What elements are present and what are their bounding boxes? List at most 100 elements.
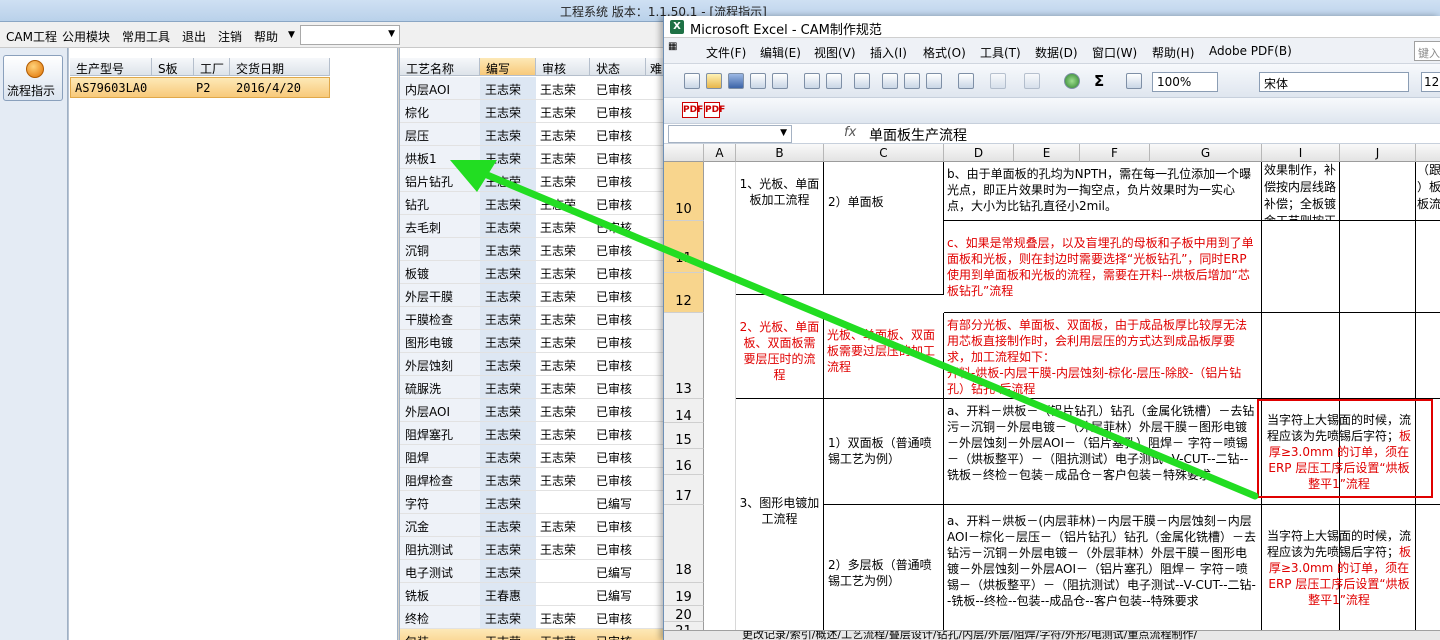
fx-icon[interactable]: fx [844, 125, 856, 140]
cell-d18[interactable]: a、开料－烘板－(内层菲林)－内层干膜－内层蚀刻－内层AOI－棕化－层压－（铝片… [944, 505, 1262, 640]
permission-icon[interactable] [750, 73, 766, 89]
save-icon[interactable] [728, 73, 744, 89]
row-13[interactable]: 13 [664, 313, 704, 399]
col-b[interactable]: B [736, 144, 824, 162]
cell-b-section3[interactable]: 3、图形电镀加工流程 [736, 399, 824, 640]
sheet-tab-list[interactable]: 更改记录/索引/概述/工艺流程/叠层设计/钻孔/内层/外层/阻焊/字符/外形/电… [742, 631, 1197, 640]
cell-k18[interactable] [1416, 505, 1440, 640]
process-row[interactable]: 棕化 王志荣 王志荣 已审核 [400, 100, 663, 123]
format-painter-icon[interactable] [958, 73, 974, 89]
menu-cam[interactable]: CAM工程 [6, 28, 57, 45]
paste-icon[interactable] [926, 73, 942, 89]
font-size-select[interactable]: 12 [1421, 72, 1440, 92]
cell-d14[interactable]: a、开料－烘板－（铝片钻孔）钻孔（金属化铣槽）－去钻污－沉铜－外层电镀－（外层菲… [944, 399, 1262, 505]
name-box[interactable]: ▼ [668, 125, 792, 143]
cell-i10[interactable]: 效果制作，补偿按内层线路补偿；全板镀金工艺则按正片效果制作 [1262, 162, 1340, 221]
menu-exit[interactable]: 退出 [182, 28, 206, 45]
process-row[interactable]: 沉金 王志荣 王志荣 已审核 [400, 514, 663, 537]
process-row[interactable]: 图形电镀 王志荣 王志荣 已审核 [400, 330, 663, 353]
process-row[interactable]: 去毛刺 王志荣 王志荣 已审核 [400, 215, 663, 238]
row-12[interactable]: 12 [664, 273, 704, 313]
xmenu-adobe-pdf[interactable]: Adobe PDF(B) [1209, 44, 1292, 58]
xmenu-data[interactable]: 数据(D) [1035, 44, 1078, 61]
col-header-factory[interactable]: 工厂 [194, 58, 230, 76]
col-header-process[interactable]: 工艺名称 [400, 58, 480, 76]
process-row[interactable]: 阻抗测试 王志荣 王志荣 已审核 [400, 537, 663, 560]
spelling-icon[interactable] [826, 73, 842, 89]
col-f[interactable]: F [1080, 144, 1150, 162]
col-header-writer[interactable]: 编写 [480, 58, 536, 76]
xmenu-window[interactable]: 窗口(W) [1092, 44, 1137, 61]
formula-input[interactable]: 单面板生产流程 [869, 125, 967, 145]
cell-i13[interactable] [1262, 313, 1340, 399]
process-row[interactable]: 层压 王志荣 王志荣 已审核 [400, 123, 663, 146]
xmenu-insert[interactable]: 插入(I) [870, 44, 907, 61]
col-e[interactable]: E [1014, 144, 1080, 162]
row-15[interactable]: 15 [664, 423, 704, 449]
print-icon[interactable] [772, 73, 788, 89]
xmenu-edit[interactable]: 编辑(E) [760, 44, 801, 61]
print-preview-icon[interactable] [804, 73, 820, 89]
cell-j11[interactable] [1340, 221, 1416, 313]
pdf-convert-icon[interactable]: PDF [682, 102, 703, 118]
process-row[interactable]: 外层干膜 王志荣 王志荣 已审核 [400, 284, 663, 307]
worksheet[interactable]: A B C D E F G I J 10 11 12 13 14 15 16 1… [664, 144, 1440, 640]
cell-c-laminate[interactable]: 光板、单面板、双面板需要过层压的加工流程 [824, 313, 944, 399]
process-row[interactable]: 烘板1 王志荣 王志荣 已审核 [400, 146, 663, 169]
col-header-date[interactable]: 交货日期 [230, 58, 330, 76]
process-row[interactable]: 硫脲洗 王志荣 王志荣 已审核 [400, 376, 663, 399]
help-search-input[interactable]: 键入需 [1414, 41, 1440, 61]
cell-j10[interactable] [1340, 162, 1416, 221]
process-row[interactable]: 铝片钻孔 王志荣 王志荣 已审核 [400, 169, 663, 192]
pdf-mail-icon[interactable]: PDF [704, 102, 725, 118]
open-icon[interactable] [706, 73, 722, 89]
undo-icon[interactable] [990, 73, 1006, 89]
chevron-down-icon[interactable]: ▼ [288, 30, 295, 40]
flow-indicator-button[interactable]: 流程指示 [3, 55, 63, 101]
cell-k13[interactable] [1416, 313, 1440, 399]
sort-icon[interactable] [1126, 73, 1142, 89]
row-17[interactable]: 17 [664, 475, 704, 505]
font-select[interactable]: 宋体 [1259, 72, 1409, 92]
new-icon[interactable] [684, 73, 700, 89]
doc-icon[interactable]: ▦ [668, 41, 677, 52]
cell-b-section2[interactable]: 2、光板、单面板、双面板需要层压时的流程 [736, 313, 824, 399]
process-row[interactable]: 阻焊塞孔 王志荣 王志荣 已审核 [400, 422, 663, 445]
select-all[interactable] [664, 144, 704, 162]
process-row[interactable]: 铣板 王春惠 已编写 [400, 583, 663, 606]
col-header-model[interactable]: 生产型号 [70, 58, 152, 76]
sheet-tabs[interactable]: 更改记录/索引/概述/工艺流程/叠层设计/钻孔/内层/外层/阻焊/字符/外形/电… [664, 630, 1440, 640]
xmenu-help[interactable]: 帮助(H) [1152, 44, 1194, 61]
cell-c-multilayer[interactable]: 2）多层板（普通喷锡工艺为例） [824, 505, 944, 640]
cut-icon[interactable] [882, 73, 898, 89]
col-g[interactable]: G [1150, 144, 1262, 162]
row-10[interactable]: 10 [664, 162, 704, 221]
process-row[interactable]: 内层AOI 王志荣 王志荣 已审核 [400, 77, 663, 100]
col-header-reviewer[interactable]: 审核 [536, 58, 590, 76]
zoom-select[interactable]: 100% [1152, 72, 1218, 92]
process-row[interactable]: 阻焊检查 王志荣 王志荣 已审核 [400, 468, 663, 491]
copy-icon[interactable] [904, 73, 920, 89]
cell-d10[interactable]: b、由于单面板的孔均为NPTH，需在每一孔位添加一个曝光点，即正片效果时为一掏空… [944, 162, 1262, 221]
col-k[interactable] [1416, 144, 1440, 162]
menu-tools[interactable]: 常用工具 [122, 28, 170, 45]
menu-logout[interactable]: 注销 [218, 28, 242, 45]
row-11[interactable]: 11 [664, 221, 704, 273]
col-header-status[interactable]: 状态 [590, 58, 646, 76]
process-row[interactable]: 包装 王志荣 王志荣 已审核 [400, 629, 663, 640]
col-header-s[interactable]: S板 [152, 58, 194, 76]
cell-k11[interactable] [1416, 221, 1440, 313]
cell-d13[interactable]: 有部分光板、单面板、双面板，由于成品板厚比较厚无法用芯板直接制作时，会利用层压的… [944, 313, 1262, 399]
xmenu-format[interactable]: 格式(O) [923, 44, 966, 61]
research-icon[interactable] [854, 73, 870, 89]
process-row[interactable]: 板镀 王志荣 王志荣 已审核 [400, 261, 663, 284]
menu-public[interactable]: 公用模块 [62, 28, 110, 45]
col-a[interactable]: A [704, 144, 736, 162]
process-row[interactable]: 外层AOI 王志荣 王志荣 已审核 [400, 399, 663, 422]
col-j[interactable]: J [1340, 144, 1416, 162]
menu-help[interactable]: 帮助 [254, 28, 278, 45]
row-18[interactable]: 18 [664, 505, 704, 583]
autosum-icon[interactable]: Σ [1094, 72, 1104, 90]
process-row[interactable]: 字符 王志荣 已编写 [400, 491, 663, 514]
row-20[interactable]: 20 [664, 606, 704, 623]
